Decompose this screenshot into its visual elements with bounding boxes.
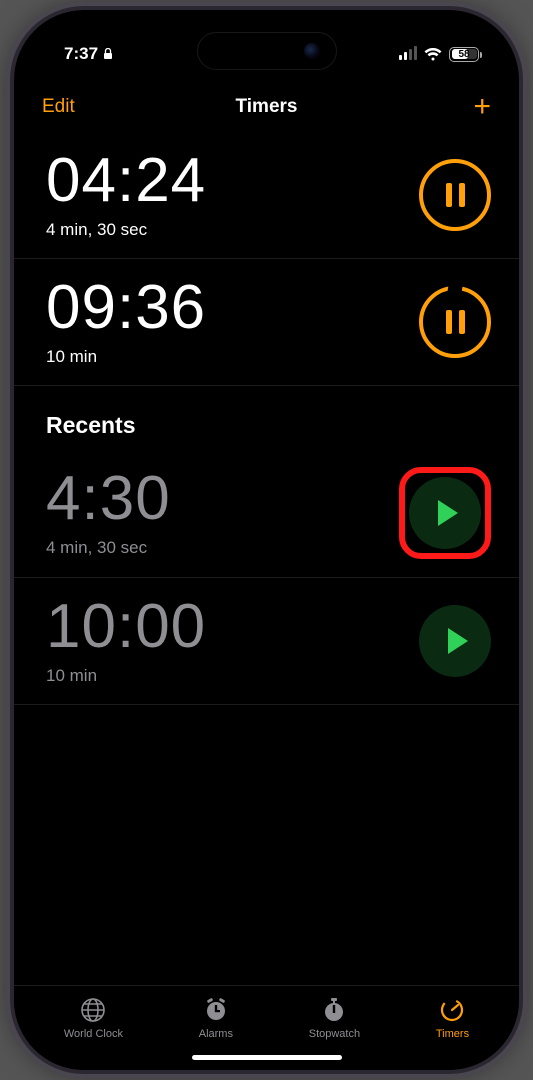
active-timer-row[interactable]: 04:24 4 min, 30 sec <box>14 132 519 259</box>
play-icon <box>438 500 458 526</box>
tab-alarms[interactable]: Alarms <box>199 996 233 1040</box>
add-timer-button[interactable]: + <box>473 97 491 117</box>
battery-icon: 58 <box>449 47 479 62</box>
tab-label: Stopwatch <box>309 1028 360 1040</box>
recent-timer-row[interactable]: 10:00 10 min <box>14 578 519 705</box>
stopwatch-icon <box>320 996 348 1024</box>
tab-world-clock[interactable]: World Clock <box>64 996 123 1040</box>
pause-icon <box>446 183 465 207</box>
tab-timers[interactable]: Timers <box>436 996 469 1040</box>
pause-button[interactable] <box>419 159 491 231</box>
timer-remaining: 09:36 <box>46 277 206 339</box>
tab-label: Timers <box>436 1028 469 1040</box>
timer-label: 4 min, 30 sec <box>46 220 206 240</box>
recent-timer-row[interactable]: 4:30 4 min, 30 sec <box>14 449 519 578</box>
home-indicator[interactable] <box>192 1055 342 1060</box>
recents-header: Recents <box>14 386 519 449</box>
wifi-icon <box>424 48 442 61</box>
recent-label: 10 min <box>46 666 206 686</box>
timer-list: 04:24 4 min, 30 sec 09:36 10 min Recents <box>14 132 519 1070</box>
globe-icon <box>79 996 107 1024</box>
timer-label: 10 min <box>46 347 206 367</box>
timer-icon <box>438 996 466 1024</box>
dynamic-island <box>197 32 337 70</box>
status-time: 7:37 <box>64 44 98 64</box>
page-title: Timers <box>236 96 298 118</box>
tab-label: Alarms <box>199 1028 233 1040</box>
navbar: Edit Timers + <box>14 90 519 132</box>
active-timer-row[interactable]: 09:36 10 min <box>14 259 519 386</box>
alarm-icon <box>202 996 230 1024</box>
recent-duration: 4:30 <box>46 468 171 530</box>
annotation-highlight <box>399 467 491 559</box>
phone-frame: 7:37 58 Edit Timers + 04:24 4 min, 30 s <box>14 10 519 1070</box>
tab-stopwatch[interactable]: Stopwatch <box>309 996 360 1040</box>
cellular-icon <box>399 48 417 60</box>
play-icon <box>448 628 468 654</box>
recent-label: 4 min, 30 sec <box>46 538 171 558</box>
tab-label: World Clock <box>64 1028 123 1040</box>
timer-remaining: 04:24 <box>46 150 206 212</box>
lock-icon <box>103 48 113 60</box>
start-recent-button[interactable] <box>419 605 491 677</box>
recent-duration: 10:00 <box>46 596 206 658</box>
start-recent-button[interactable] <box>409 477 481 549</box>
pause-button[interactable] <box>419 286 491 358</box>
pause-icon <box>446 310 465 334</box>
edit-button[interactable]: Edit <box>42 96 75 118</box>
